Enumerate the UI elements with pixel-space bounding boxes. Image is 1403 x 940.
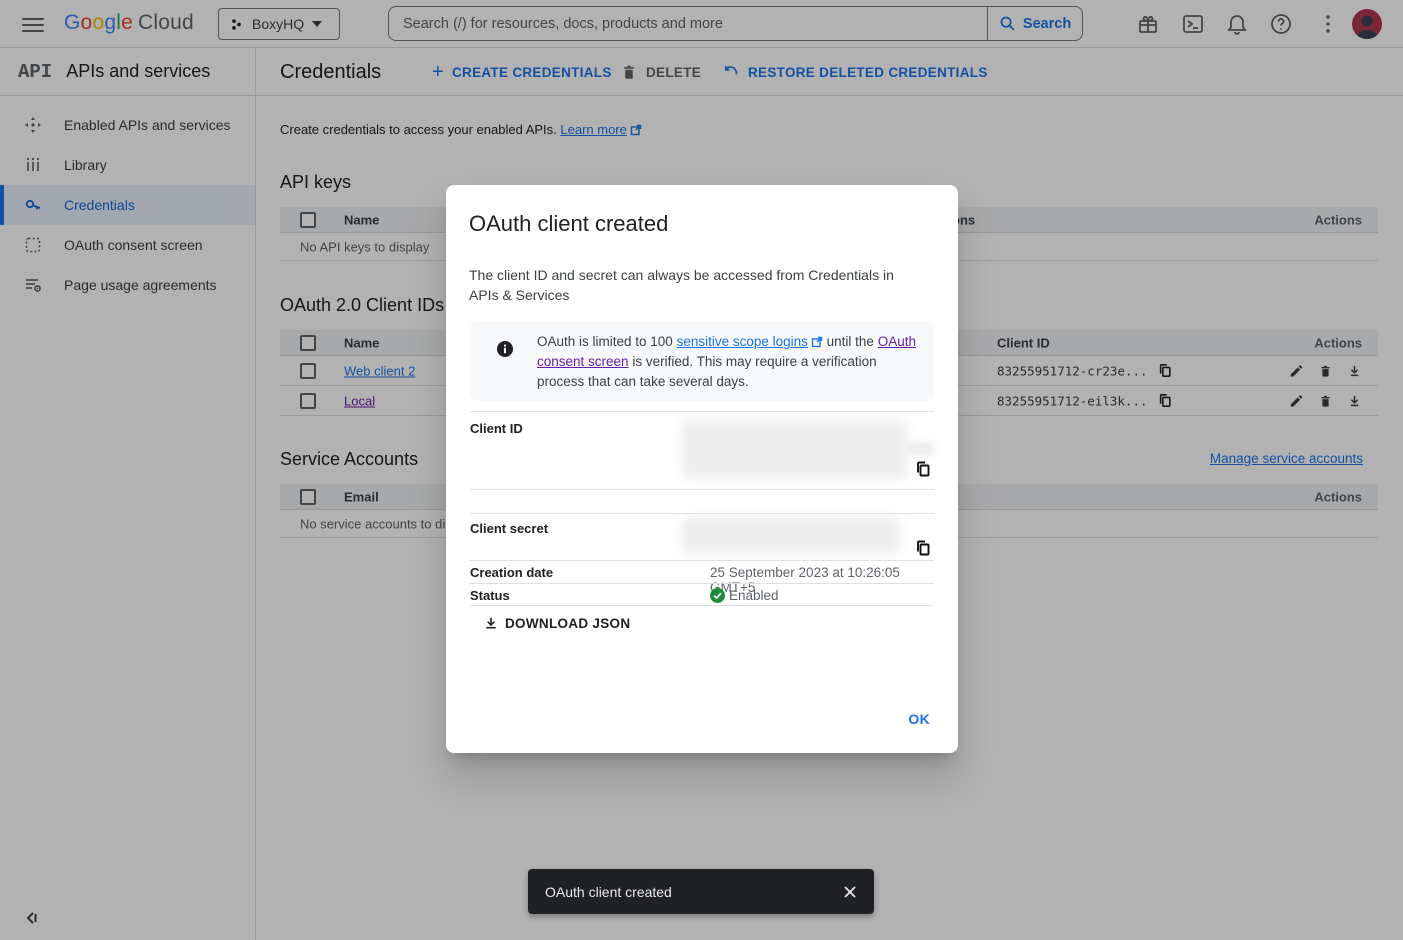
download-json-button[interactable]: DOWNLOAD JSON	[483, 615, 630, 631]
client-id-label: Client ID	[470, 421, 523, 436]
copy-client-secret-icon[interactable]	[915, 540, 931, 556]
creation-date-row: Creation date 25 September 2023 at 10:26…	[470, 560, 934, 583]
redacted-client-id-tail	[906, 442, 935, 455]
creation-date-label: Creation date	[470, 565, 553, 580]
client-secret-label: Client secret	[470, 521, 548, 536]
ok-button[interactable]: OK	[908, 711, 930, 727]
toast-message: OAuth client created	[545, 884, 840, 900]
status-enabled-check-icon	[710, 588, 725, 603]
status-label: Status	[470, 588, 510, 603]
oauth-limit-notice: OAuth is limited to 100 sensitive scope …	[470, 321, 934, 401]
sensitive-scope-logins-link[interactable]: sensitive scope logins	[677, 334, 808, 349]
notice-text: OAuth is limited to 100 sensitive scope …	[537, 332, 919, 392]
status-value: Enabled	[729, 588, 779, 603]
info-icon	[497, 341, 513, 357]
download-icon	[483, 615, 499, 631]
download-json-label: DOWNLOAD JSON	[505, 616, 630, 631]
external-link-icon	[811, 336, 823, 348]
spacer-row	[470, 489, 934, 513]
redacted-client-id	[682, 420, 907, 478]
notice-fragment: OAuth is limited to 100	[537, 334, 677, 349]
dialog-subtitle: The client ID and secret can always be a…	[469, 265, 914, 305]
copy-client-id-icon[interactable]	[915, 461, 931, 477]
toast-notification: OAuth client created	[528, 869, 874, 914]
notice-fragment: until the	[823, 334, 878, 349]
redacted-client-secret	[682, 517, 900, 553]
oauth-client-created-dialog: OAuth client created The client ID and s…	[446, 185, 958, 753]
dialog-title: OAuth client created	[469, 211, 668, 237]
close-icon[interactable]	[840, 882, 860, 902]
status-row: Status Enabled	[470, 583, 934, 606]
